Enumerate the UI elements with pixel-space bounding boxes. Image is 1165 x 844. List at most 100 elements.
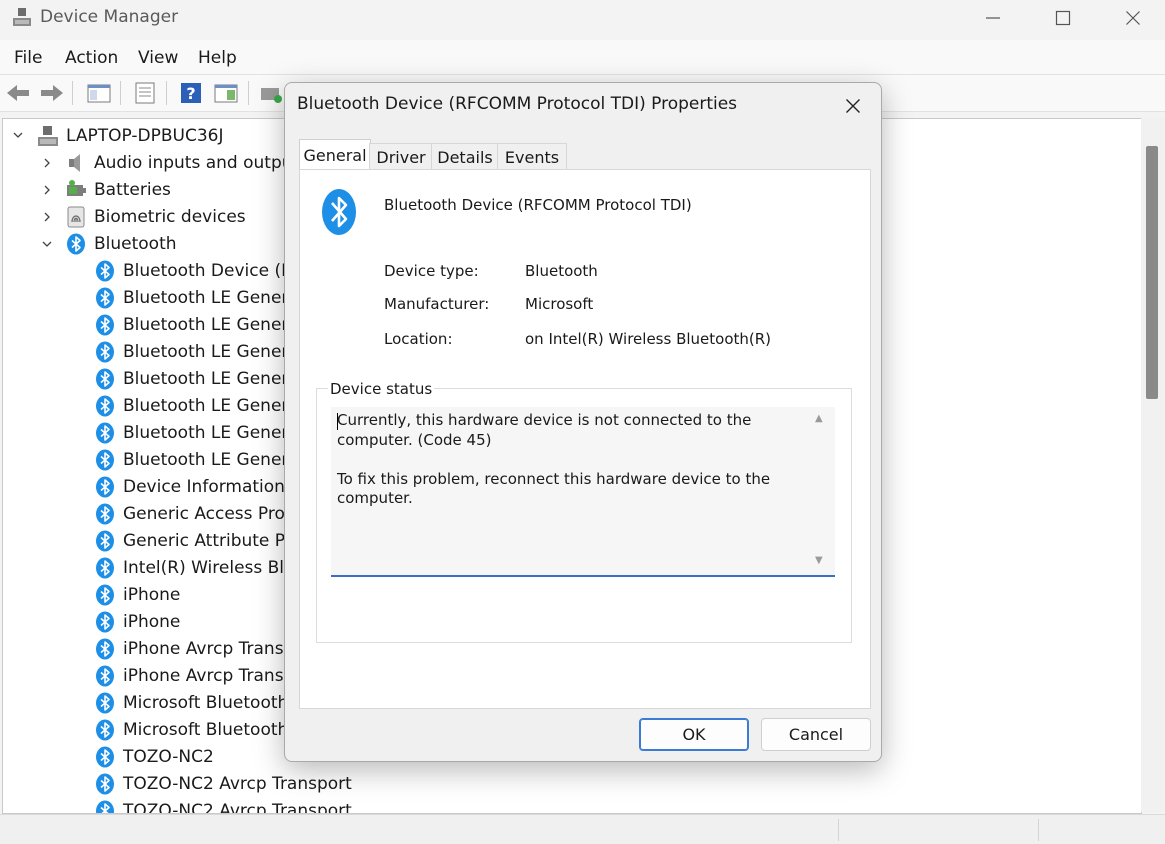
tree-item-label: iPhone bbox=[123, 584, 181, 605]
title-bar: Device Manager bbox=[0, 0, 1165, 38]
tree-category[interactable]: Audio inputs and outputs bbox=[65, 149, 308, 176]
device-status-group: Currently, this hardware device is not c… bbox=[316, 388, 852, 643]
bluetooth-icon bbox=[96, 557, 114, 578]
tree-item-label: iPhone bbox=[123, 611, 181, 632]
scan-hardware-button[interactable] bbox=[258, 81, 284, 105]
forward-arrow-icon bbox=[41, 85, 63, 101]
close-icon bbox=[846, 99, 860, 113]
computer-icon bbox=[38, 125, 58, 146]
action-pane-button[interactable] bbox=[213, 81, 239, 105]
bluetooth-icon bbox=[96, 800, 114, 813]
chevron-right-icon[interactable] bbox=[40, 210, 54, 224]
dialog-title: Bluetooth Device (RFCOMM Protocol TDI) P… bbox=[297, 94, 738, 114]
bluetooth-icon bbox=[96, 746, 114, 767]
chevron-right-icon[interactable] bbox=[40, 156, 54, 170]
device-status-title: Device status bbox=[328, 380, 435, 398]
bluetooth-icon bbox=[96, 422, 114, 443]
maximize-button[interactable] bbox=[1028, 0, 1098, 36]
status-bar bbox=[0, 814, 1165, 844]
window-title: Device Manager bbox=[40, 7, 179, 27]
scrollbar-thumb[interactable] bbox=[1146, 146, 1158, 399]
device-manager-icon bbox=[13, 8, 31, 26]
bluetooth-icon bbox=[96, 611, 114, 632]
tree-item-bluetooth-device[interactable]: TOZO-NC2 bbox=[94, 743, 214, 770]
tab-label: Details bbox=[437, 147, 493, 167]
chevron-right-icon[interactable] bbox=[40, 183, 54, 197]
bluetooth-icon bbox=[96, 449, 114, 470]
tree-item-bluetooth-device[interactable]: iPhone bbox=[94, 581, 180, 608]
bluetooth-icon bbox=[67, 233, 85, 254]
help-button[interactable]: ? bbox=[178, 81, 204, 105]
tab-events[interactable]: Events bbox=[497, 143, 567, 170]
bluetooth-icon bbox=[96, 503, 114, 524]
status-separator bbox=[838, 819, 839, 841]
ok-button[interactable]: OK bbox=[639, 718, 749, 751]
toolbar-separator bbox=[120, 81, 121, 105]
tree-item-bluetooth-device[interactable]: TOZO-NC2 Avrcp Transport bbox=[94, 770, 352, 797]
show-hide-console-tree-button[interactable] bbox=[86, 81, 112, 105]
tree-item-label: TOZO-NC2 bbox=[123, 746, 214, 767]
device-type-label: Device type: bbox=[384, 262, 479, 280]
maximize-icon bbox=[1055, 10, 1071, 26]
tab-label: General bbox=[303, 145, 367, 165]
properties-button[interactable] bbox=[132, 81, 158, 105]
bluetooth-icon bbox=[322, 189, 356, 235]
fingerprint-icon bbox=[67, 206, 85, 227]
tab-general[interactable]: General bbox=[299, 139, 371, 170]
scroll-down-arrow-icon[interactable]: ▼ bbox=[815, 555, 823, 566]
tab-details[interactable]: Details bbox=[431, 143, 499, 170]
tree-category[interactable]: Bluetooth bbox=[65, 230, 177, 257]
svg-text:?: ? bbox=[186, 84, 195, 103]
manufacturer-value: Microsoft bbox=[525, 295, 594, 313]
device-type-value: Bluetooth bbox=[525, 262, 598, 280]
tree-item-label: TOZO-NC2 Avrcp Transport bbox=[123, 773, 352, 794]
bluetooth-icon bbox=[96, 287, 114, 308]
dialog-close-button[interactable] bbox=[833, 89, 873, 123]
tree-category[interactable]: Biometric devices bbox=[65, 203, 246, 230]
status-separator bbox=[1038, 819, 1039, 841]
close-window-button[interactable] bbox=[1098, 0, 1165, 36]
properties-dialog: Bluetooth Device (RFCOMM Protocol TDI) P… bbox=[284, 82, 882, 762]
general-tab-panel: Bluetooth Device (RFCOMM Protocol TDI) D… bbox=[299, 169, 871, 709]
toolbar-separator bbox=[72, 81, 73, 105]
device-status-text: Currently, this hardware device is not c… bbox=[337, 411, 771, 507]
bluetooth-icon bbox=[96, 692, 114, 713]
tree-item-label: TOZO-NC2 Avrcp Transport bbox=[123, 800, 352, 814]
close-icon bbox=[1126, 11, 1140, 25]
bluetooth-icon bbox=[96, 584, 114, 605]
menu-file[interactable]: File bbox=[14, 48, 42, 68]
device-status-textbox[interactable]: Currently, this hardware device is not c… bbox=[331, 407, 835, 577]
back-button[interactable] bbox=[5, 81, 31, 105]
chevron-down-icon[interactable] bbox=[11, 128, 25, 142]
menu-help[interactable]: Help bbox=[198, 48, 237, 68]
device-name: Bluetooth Device (RFCOMM Protocol TDI) bbox=[384, 196, 692, 214]
speaker-icon bbox=[69, 153, 80, 172]
chevron-down-icon[interactable] bbox=[40, 237, 54, 251]
minimize-button[interactable] bbox=[958, 0, 1028, 36]
cancel-button[interactable]: Cancel bbox=[761, 718, 871, 751]
console-tree-icon bbox=[87, 84, 111, 103]
menu-action[interactable]: Action bbox=[65, 48, 118, 68]
tree-root-computer[interactable]: LAPTOP-DPBUC36J bbox=[37, 122, 223, 149]
tree-item-bluetooth-device[interactable]: Generic Access Profile bbox=[94, 500, 311, 527]
scroll-up-arrow-icon[interactable]: ▲ bbox=[815, 413, 823, 424]
bluetooth-icon bbox=[96, 530, 114, 551]
bluetooth-icon bbox=[96, 368, 114, 389]
forward-button[interactable] bbox=[39, 81, 65, 105]
location-value: on Intel(R) Wireless Bluetooth(R) bbox=[525, 330, 772, 348]
manufacturer-label: Manufacturer: bbox=[384, 295, 490, 313]
bluetooth-icon bbox=[96, 773, 114, 794]
tree-item-label: LAPTOP-DPBUC36J bbox=[66, 125, 224, 146]
tree-item-bluetooth-device[interactable]: TOZO-NC2 Avrcp Transport bbox=[94, 797, 352, 814]
tab-driver[interactable]: Driver bbox=[369, 143, 433, 170]
toolbar-separator bbox=[166, 81, 167, 105]
tree-category[interactable]: Batteries bbox=[65, 176, 171, 203]
scan-hardware-icon bbox=[261, 88, 282, 103]
toolbar-separator bbox=[248, 81, 249, 105]
vertical-scrollbar[interactable] bbox=[1141, 118, 1165, 812]
battery-icon bbox=[67, 179, 86, 196]
tree-item-bluetooth-device[interactable]: iPhone bbox=[94, 608, 180, 635]
menu-view[interactable]: View bbox=[138, 48, 178, 68]
bluetooth-icon bbox=[96, 665, 114, 686]
menu-bar: File Action View Help bbox=[0, 40, 1165, 74]
